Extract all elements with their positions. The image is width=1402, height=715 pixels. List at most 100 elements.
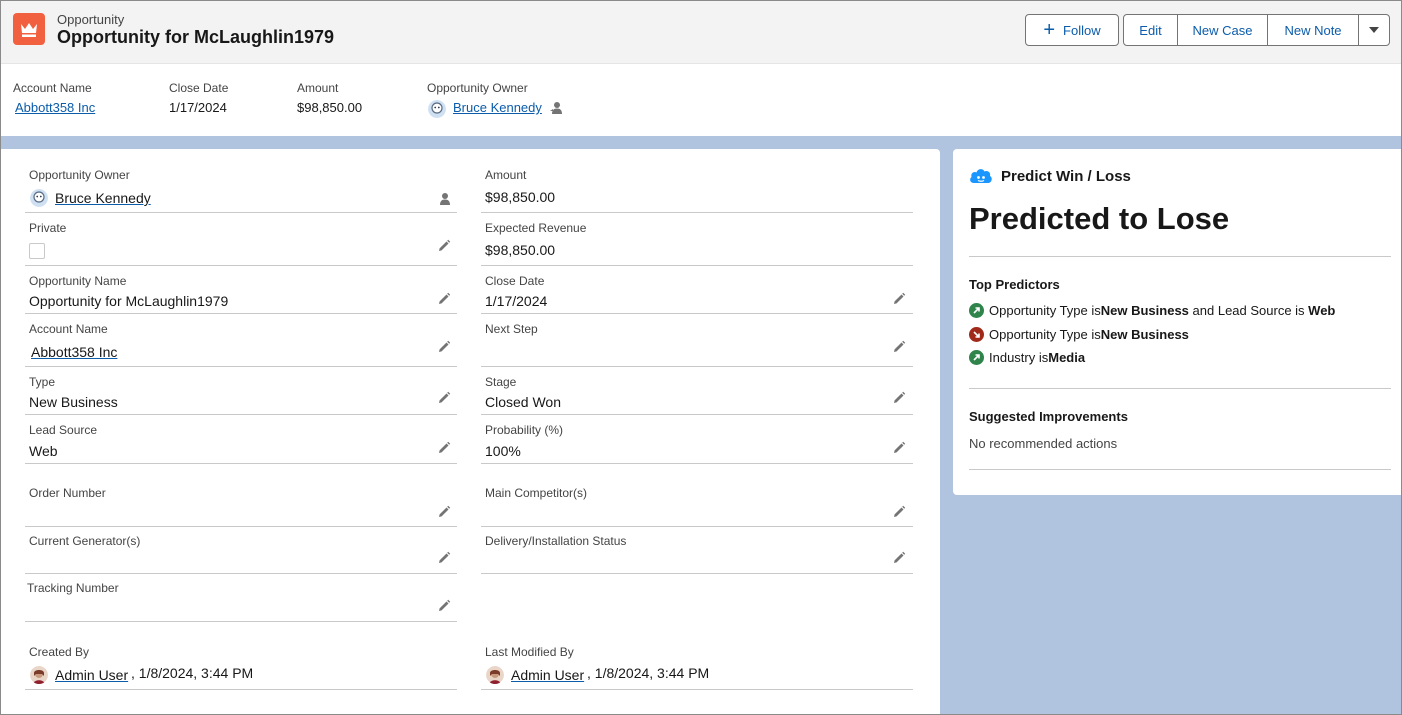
field-order-number: Order Number <box>25 479 457 527</box>
panel-title: Predict Win / Loss <box>1001 168 1131 185</box>
field-value: 100% <box>485 443 521 459</box>
hl-amount: $98,850.00 <box>297 100 363 115</box>
field-label: Tracking Number <box>27 581 119 595</box>
follow-label: Follow <box>1063 22 1101 38</box>
pencil-icon[interactable] <box>437 551 451 565</box>
field-label: Next Step <box>485 322 538 336</box>
field-value: Web <box>29 443 58 459</box>
hl-amount-label: Amount <box>297 81 339 95</box>
crown-icon <box>13 13 45 45</box>
user-avatar-icon <box>30 666 48 684</box>
created-by-link[interactable]: Admin User <box>55 667 128 683</box>
field-label: Delivery/Installation Status <box>485 534 627 548</box>
pencil-icon[interactable] <box>437 292 451 306</box>
private-checkbox[interactable] <box>29 243 45 259</box>
account-link[interactable]: Abbott358 Inc <box>31 344 117 360</box>
field-current-generators: Current Generator(s) <box>25 533 457 574</box>
field-expected-revenue: Expected Revenue $98,850.00 <box>481 219 913 266</box>
field-label: Main Competitor(s) <box>485 486 588 500</box>
predictor-row: Opportunity Type is New Business <box>969 327 1189 342</box>
predictor-row: Industry is Media <box>969 350 1085 365</box>
field-value: $98,850.00 <box>485 242 556 258</box>
field-opportunity-name: Opportunity Name Opportunity for McLaugh… <box>25 272 457 314</box>
user-avatar-icon <box>428 100 446 118</box>
pencil-icon[interactable] <box>437 239 451 253</box>
new-note-button[interactable]: New Note <box>1267 14 1359 46</box>
field-close-date: Close Date 1/17/2024 <box>481 272 913 314</box>
pencil-icon[interactable] <box>437 441 451 455</box>
pencil-icon[interactable] <box>892 505 906 519</box>
edit-button[interactable]: Edit <box>1123 14 1178 46</box>
change-owner-icon[interactable] <box>437 192 453 208</box>
user-avatar-icon <box>30 189 48 207</box>
pencil-icon[interactable] <box>437 340 451 354</box>
pencil-icon[interactable] <box>892 551 906 565</box>
field-delivery-status: Delivery/Installation Status <box>481 533 913 574</box>
field-label: Stage <box>485 375 517 389</box>
pencil-icon[interactable] <box>437 599 451 613</box>
details-card: Opportunity Owner Bruce Kennedy Amount $… <box>0 149 940 715</box>
owner-link[interactable]: Bruce Kennedy <box>55 190 151 206</box>
field-label: Amount <box>485 168 527 182</box>
record-header: Opportunity Opportunity for McLaughlin19… <box>0 0 1402 64</box>
pencil-icon[interactable] <box>892 340 906 354</box>
field-account-name: Account Name Abbott358 Inc <box>25 320 457 367</box>
hl-close-date-label: Close Date <box>169 81 229 95</box>
field-value: 1/17/2024 <box>485 293 548 309</box>
follow-button[interactable]: + Follow <box>1025 14 1119 46</box>
field-value: Opportunity for McLaughlin1979 <box>29 293 229 309</box>
predict-win-loss-panel: Predict Win / Loss Predicted to Lose Top… <box>953 149 1402 495</box>
highlights-panel: Account Name Abbott358 Inc Close Date 1/… <box>0 64 1402 136</box>
user-avatar-icon <box>486 666 504 684</box>
hl-account-link[interactable]: Abbott358 Inc <box>15 100 95 115</box>
field-lead-source: Lead Source Web <box>25 421 457 464</box>
divider <box>969 256 1391 257</box>
chevron-down-icon <box>1369 27 1379 33</box>
predictor-bold: Web <box>1308 303 1336 318</box>
suggested-text: No recommended actions <box>969 436 1118 451</box>
field-type: Type New Business <box>25 373 457 415</box>
divider <box>969 388 1391 389</box>
field-label: Opportunity Name <box>29 274 127 288</box>
field-last-modified: Last Modified By Admin User , 1/8/2024, … <box>481 644 913 690</box>
field-created-by: Created By Admin User , 1/8/2024, 3:44 P… <box>25 644 457 690</box>
einstein-cloud-icon <box>969 165 993 187</box>
field-label: Expected Revenue <box>485 221 587 235</box>
hl-owner-label: Opportunity Owner <box>427 81 528 95</box>
plus-icon: + <box>1043 19 1056 41</box>
more-actions-button[interactable] <box>1358 14 1390 46</box>
arrow-up-right-icon <box>969 350 984 365</box>
predictor-row: Opportunity Type is New Business and Lea… <box>969 303 1335 318</box>
pencil-icon[interactable] <box>892 292 906 306</box>
field-label: Created By <box>29 645 90 659</box>
modified-date: , 1/8/2024, 3:44 PM <box>587 665 710 681</box>
field-label: Probability (%) <box>485 423 564 437</box>
field-label: Private <box>29 221 67 235</box>
hl-owner-link[interactable]: Bruce Kennedy <box>453 100 542 115</box>
pencil-icon[interactable] <box>892 441 906 455</box>
pencil-icon[interactable] <box>437 391 451 405</box>
field-label: Lead Source <box>29 423 98 437</box>
field-label: Order Number <box>29 486 106 500</box>
object-type-label: Opportunity <box>57 12 125 27</box>
field-label: Opportunity Owner <box>29 168 130 182</box>
field-opportunity-owner: Opportunity Owner Bruce Kennedy <box>25 165 457 213</box>
field-probability: Probability (%) 100% <box>481 421 913 464</box>
new-case-button[interactable]: New Case <box>1177 14 1268 46</box>
field-stage: Stage Closed Won <box>481 373 913 415</box>
predictor-text: Opportunity Type is <box>989 303 1101 318</box>
field-label: Last Modified By <box>485 645 574 659</box>
pencil-icon[interactable] <box>437 505 451 519</box>
prediction-result: Predicted to Lose <box>969 201 1230 236</box>
field-label: Account Name <box>29 322 108 336</box>
field-next-step: Next Step <box>481 320 913 367</box>
predictor-text: Industry is <box>989 350 1049 365</box>
field-label: Type <box>29 375 56 389</box>
created-date: , 1/8/2024, 3:44 PM <box>131 665 254 681</box>
pencil-icon[interactable] <box>892 391 906 405</box>
field-tracking-number: Tracking Number <box>25 580 457 622</box>
modified-by-link[interactable]: Admin User <box>511 667 584 683</box>
field-label: Current Generator(s) <box>29 534 141 548</box>
change-owner-icon[interactable] <box>549 101 565 117</box>
divider <box>969 469 1391 470</box>
